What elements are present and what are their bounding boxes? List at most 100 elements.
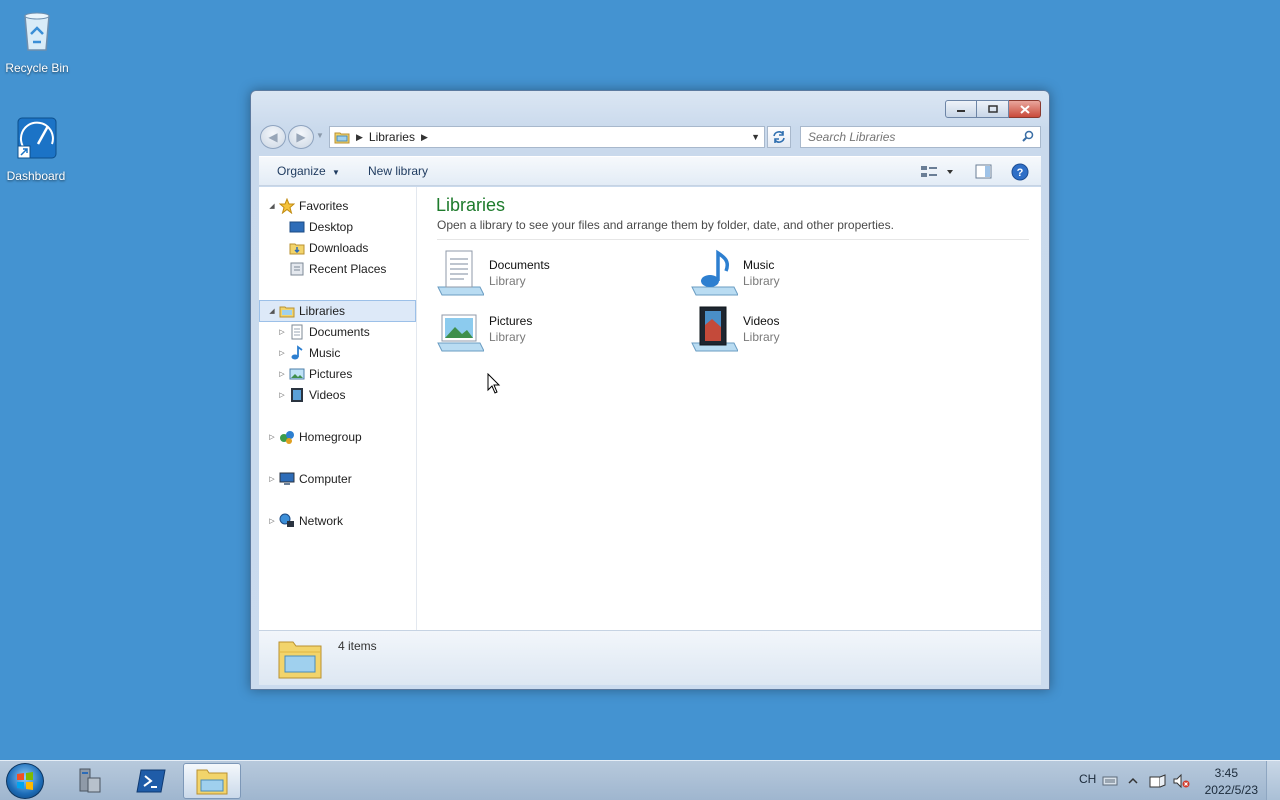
back-button[interactable]: ◀ [260, 125, 286, 149]
library-name: Documents [489, 258, 550, 272]
volume-muted-icon[interactable] [1172, 773, 1190, 789]
expand-arrow-icon[interactable]: ▷ [277, 349, 287, 357]
organize-label: Organize [277, 164, 326, 178]
restore-button[interactable] [977, 100, 1009, 118]
back-arrow-icon: ◀ [268, 130, 278, 144]
libraries-view: Libraries Open a library to see your fil… [418, 187, 1041, 630]
library-type: Library [489, 274, 526, 288]
library-music[interactable]: Music Library [690, 249, 920, 299]
navigation-pane: ◢ Favorites Desktop Downloads Recent Pla… [259, 187, 417, 630]
details-pane: 4 items [259, 630, 1041, 685]
expand-arrow-icon[interactable]: ▷ [267, 517, 277, 525]
nav-item-music[interactable]: ▷ Music [277, 343, 340, 363]
star-icon [279, 198, 295, 214]
nav-network[interactable]: ▷ Network [267, 511, 343, 531]
clock-time[interactable]: 3:45 [1215, 766, 1238, 780]
breadcrumb-separator[interactable]: ▶ [421, 132, 428, 143]
refresh-button[interactable] [767, 126, 791, 148]
view-options-icon [921, 166, 953, 177]
organize-button[interactable]: Organize ▼ [277, 164, 340, 178]
expand-arrow-icon[interactable]: ▷ [277, 370, 287, 378]
nav-item-recent-places[interactable]: Recent Places [287, 259, 386, 279]
desktop-icon [289, 221, 305, 233]
language-indicator[interactable]: CH [1079, 772, 1096, 786]
refresh-icon [773, 131, 785, 143]
clock-date[interactable]: 2022/5/23 [1205, 783, 1258, 797]
nav-homegroup[interactable]: ▷ Homegroup [267, 427, 362, 447]
downloads-folder-icon [289, 243, 305, 255]
collapse-arrow-icon[interactable]: ◢ [267, 202, 277, 210]
show-hidden-icons-icon[interactable] [1128, 777, 1138, 785]
nav-item-label: Music [309, 346, 341, 360]
nav-item-label: Pictures [309, 367, 353, 381]
windows-explorer-icon [196, 769, 228, 795]
restore-icon [987, 105, 998, 113]
nav-libraries[interactable]: ◢ Libraries [259, 300, 416, 322]
close-button[interactable] [1009, 100, 1041, 118]
library-name: Music [743, 258, 775, 272]
nav-item-documents[interactable]: ▷ Documents [277, 322, 370, 342]
library-pictures[interactable]: Pictures Library [436, 305, 666, 355]
nav-item-desktop[interactable]: Desktop [287, 217, 353, 237]
breadcrumb-libraries[interactable]: Libraries [369, 130, 415, 144]
help-button[interactable]: ? [1011, 163, 1029, 184]
expand-arrow-icon[interactable]: ▷ [267, 433, 277, 441]
nav-item-videos[interactable]: ▷ Videos [277, 385, 345, 405]
command-bar: Organize ▼ New library ? [259, 156, 1041, 186]
library-type: Library [743, 330, 780, 344]
search-icon[interactable] [1022, 130, 1034, 142]
nav-item-label: Videos [309, 388, 346, 402]
preview-pane-button[interactable] [975, 163, 993, 184]
expand-arrow-icon[interactable]: ▷ [267, 475, 277, 483]
address-dropdown-icon[interactable]: ▼ [751, 132, 760, 142]
action-center-flag-icon[interactable] [1149, 773, 1167, 789]
change-view-button[interactable] [921, 163, 955, 184]
powershell-icon [136, 769, 166, 793]
forward-button[interactable]: ▶ [288, 125, 314, 149]
music-library-icon [691, 249, 738, 296]
desktop-icon-label: Dashboard [6, 169, 66, 183]
help-icon: ? [1011, 163, 1029, 181]
breadcrumb-separator[interactable]: ▶ [356, 132, 363, 143]
taskbar-windows-explorer[interactable] [183, 763, 241, 799]
taskbar-server-manager[interactable] [60, 763, 118, 799]
taskbar-powershell[interactable] [122, 763, 180, 799]
desktop-icon-recycle-bin[interactable]: Recycle Bin [1, 6, 73, 75]
page-subtitle: Open a library to see your files and arr… [437, 218, 894, 232]
desktop-icon-dashboard[interactable]: Dashboard [0, 114, 72, 183]
start-button[interactable] [6, 763, 44, 799]
recent-pages-dropdown[interactable]: ▼ [316, 131, 324, 140]
libraries-folder-icon [278, 641, 322, 679]
computer-icon [279, 472, 295, 485]
library-documents[interactable]: Documents Library [436, 249, 666, 299]
expand-arrow-icon[interactable]: ▷ [277, 328, 287, 336]
search-input[interactable] [801, 127, 1011, 147]
dashboard-icon [17, 117, 57, 159]
minimize-icon [957, 110, 965, 112]
collapse-arrow-icon[interactable]: ◢ [267, 307, 277, 315]
recycle-bin-icon [24, 12, 50, 51]
keyboard-icon[interactable] [1102, 775, 1118, 787]
explorer-window: ◀ ▶ ▼ ▶ Libraries ▶ ▼ Search Libraries O… [250, 90, 1050, 690]
nav-network-label: Network [299, 514, 344, 528]
nav-libraries-label: Libraries [299, 304, 346, 318]
minimize-button[interactable] [945, 100, 977, 118]
nav-computer[interactable]: ▷ Computer [267, 469, 351, 489]
nav-item-pictures[interactable]: ▷ Pictures [277, 364, 352, 384]
address-bar[interactable]: ▶ Libraries ▶ ▼ [329, 126, 765, 148]
libraries-folder-icon [334, 132, 350, 144]
nav-favorites-label: Favorites [299, 199, 349, 213]
library-videos[interactable]: Videos Library [690, 305, 920, 355]
documents-library-icon [437, 250, 484, 296]
recent-places-icon [290, 262, 304, 276]
desktop-icon-label: Recycle Bin [5, 61, 69, 75]
show-desktop-button[interactable] [1266, 761, 1280, 800]
nav-favorites[interactable]: ◢ Favorites [267, 196, 348, 216]
nav-item-downloads[interactable]: Downloads [287, 238, 368, 258]
preview-pane-icon [975, 164, 992, 179]
expand-arrow-icon[interactable]: ▷ [277, 391, 287, 399]
nav-buttons: ◀ ▶ ▼ [259, 125, 325, 149]
nav-item-label: Documents [309, 325, 370, 339]
page-title: Libraries [436, 195, 506, 215]
new-library-button[interactable]: New library [368, 164, 428, 178]
